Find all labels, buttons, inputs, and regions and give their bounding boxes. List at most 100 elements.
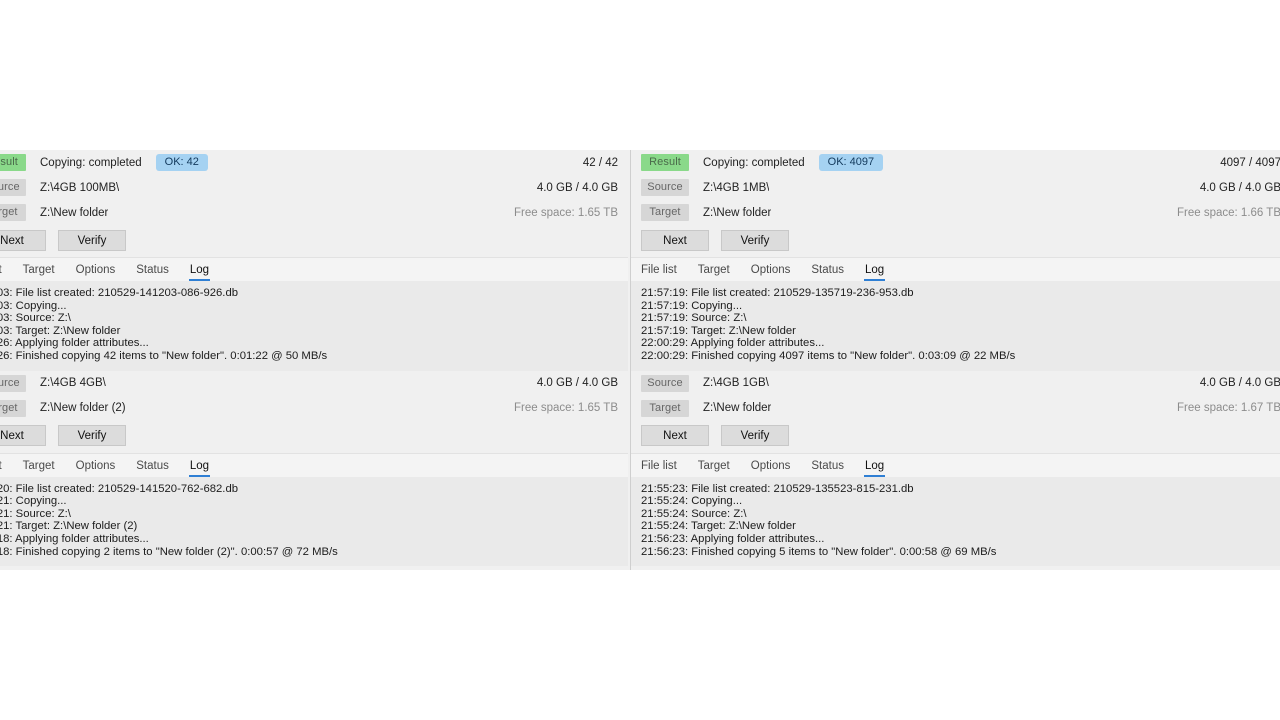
tab-status[interactable]: Status [811,264,844,281]
source-size: 4.0 GB / 4.0 GB [1199,377,1280,390]
log-line: 21:57:19: Target: Z:\New folder [641,324,796,337]
tab-log[interactable]: Log [863,264,886,281]
source-row: Source Z:\4GB 100MB\ 4.0 GB / 4.0 GB [0,175,628,200]
target-label: Target [0,399,26,417]
tab-file-list[interactable]: File list [641,264,677,281]
result-row: Result Copying: completed OK: 42 42 / 42 [0,150,628,175]
next-button[interactable]: Next [641,229,709,251]
tab-target[interactable]: Target [23,264,55,281]
copy-panel-right: Result Copying: completed OK: 4097 4097 / 4… [630,150,1280,570]
tab-status[interactable]: Status [136,264,169,281]
source-label: Source [641,374,689,392]
tab-strip: File list Target Options Status Log [631,452,1280,477]
log-pane[interactable]: :12:03: File list created: 210529-141203… [0,281,628,371]
tab-log[interactable]: Log [188,460,211,477]
source-size: 4.0 GB / 4.0 GB [536,181,618,194]
target-label: Target [641,399,689,417]
log-line: 21:57:19: Source: Z:\ [641,312,747,325]
target-row: Target Z:\New folder Free space: 1.65 TB [0,200,628,225]
next-button[interactable]: Next [0,229,46,251]
tab-e-list[interactable]: e list [0,460,2,477]
result-item-count: 4097 / 4097 [1220,156,1280,169]
log-line: :12:03: Source: Z:\ [0,312,71,325]
copy-panel-right-inner: Result Copying: completed OK: 4097 4097 / 4… [631,150,1280,570]
source-row: Source Z:\4GB 4GB\ 4.0 GB / 4.0 GB [0,370,628,396]
source-path: Z:\4GB 100MB\ [40,181,120,194]
status-rows: Source Z:\4GB 4GB\ 4.0 GB / 4.0 GB Target Z:… [0,370,628,421]
source-size: 4.0 GB / 4.0 GB [1199,181,1280,194]
verify-button[interactable]: Verify [58,425,126,447]
target-main: Z:\New folder [689,402,1165,414]
target-row: Target Z:\New folder (2) Free space: 1.65 … [0,395,628,421]
tab-strip: e list Target Options Status Log [0,452,628,477]
target-path: Z:\New folder [40,206,109,219]
tab-target[interactable]: Target [698,264,730,281]
tab-options[interactable]: Options [751,264,791,281]
target-path: Z:\New folder [703,206,772,219]
copy-panel-left: Result Copying: completed OK: 42 42 / 42 Sou… [0,150,630,570]
button-bar: Next Verify [0,225,628,257]
tab-strip: e list Target Options Status Log [0,257,628,281]
status-rows: Result Copying: completed OK: 42 42 / 42 Sou… [0,150,628,225]
target-label: Target [0,204,26,221]
log-line: :12:03: File list created: 210529-141203… [0,287,239,299]
tab-target[interactable]: Target [698,460,730,477]
source-main: Z:\4GB 1GB\ [689,377,1188,389]
status-rows: Source Z:\4GB 1GB\ 4.0 GB / 4.0 GB Target Z:… [631,370,1280,421]
log-line: :13:26: Applying folder attributes... [0,337,149,350]
log-line: 21:57:19: File list created: 210529-1357… [641,287,914,299]
source-main: Z:\4GB 4GB\ [26,377,525,389]
target-main: Z:\New folder (2) [26,402,502,414]
source-path: Z:\4GB 1GB\ [703,377,769,390]
source-row: Source Z:\4GB 1GB\ 4.0 GB / 4.0 GB [631,370,1280,396]
copy-job: Result Copying: completed OK: 4097 4097 / 4… [631,150,1280,371]
result-main: Copying: completed OK: 42 [26,154,571,171]
tab-status[interactable]: Status [811,460,844,477]
next-button[interactable]: Next [641,425,709,447]
result-row: Result Copying: completed OK: 4097 4097 / 4… [631,150,1280,175]
ok-count-badge: OK: 42 [155,154,208,171]
target-main: Z:\New folder [26,207,502,219]
copy-panel-left-inner: Result Copying: completed OK: 42 42 / 42 Sou… [0,150,628,570]
copy-queue-capture: Result Copying: completed OK: 42 42 / 42 Sou… [0,150,1280,570]
log-line: :15:21: Target: Z:\New folder (2) [0,520,138,533]
result-item-count: 42 / 42 [582,156,618,169]
target-row: Target Z:\New folder Free space: 1.66 TB [631,200,1280,225]
log-line: :12:03: Copying... [0,299,67,312]
log-pane[interactable]: 21:55:23: File list created: 210529-1355… [631,476,1280,567]
tab-status[interactable]: Status [136,460,169,477]
verify-button[interactable]: Verify [721,425,789,447]
log-line: 21:57:19: Copying... [641,299,743,312]
log-line: :12:03: Target: Z:\New folder [0,324,121,337]
verify-button[interactable]: Verify [721,229,789,251]
log-line: :15:20: File list created: 210529-141520… [0,482,239,495]
log-line: 22:00:29: Finished copying 4097 items to… [641,349,1016,362]
button-bar: Next Verify [0,420,628,453]
target-free-space: Free space: 1.65 TB [514,402,618,415]
source-label: Source [641,179,689,196]
tab-log[interactable]: Log [863,460,886,477]
source-size: 4.0 GB / 4.0 GB [536,377,618,390]
tab-e-list[interactable]: e list [0,264,2,281]
verify-button[interactable]: Verify [58,229,126,251]
tab-target[interactable]: Target [23,460,55,477]
log-line: :15:21: Copying... [0,495,67,508]
button-bar: Next Verify [631,420,1280,453]
log-line: :13:26: Finished copying 42 items to "Ne… [0,349,328,362]
next-button[interactable]: Next [0,425,46,447]
tab-options[interactable]: Options [751,460,791,477]
copy-job: Source Z:\4GB 4GB\ 4.0 GB / 4.0 GB Target Z:… [0,370,628,567]
source-row: Source Z:\4GB 1MB\ 4.0 GB / 4.0 GB [631,175,1280,200]
target-path: Z:\New folder (2) [40,402,126,415]
log-pane[interactable]: 21:57:19: File list created: 210529-1357… [631,281,1280,371]
target-path: Z:\New folder [703,402,772,415]
tab-options[interactable]: Options [76,460,116,477]
source-main: Z:\4GB 1MB\ [689,182,1188,194]
tab-options[interactable]: Options [76,264,116,281]
tab-file-list[interactable]: File list [641,460,677,477]
tab-log[interactable]: Log [188,264,211,281]
log-pane[interactable]: :15:20: File list created: 210529-141520… [0,476,628,567]
target-main: Z:\New folder [689,207,1165,219]
copy-job: Result Copying: completed OK: 42 42 / 42 Sou… [0,150,628,371]
target-free-space: Free space: 1.67 TB [1177,402,1280,415]
